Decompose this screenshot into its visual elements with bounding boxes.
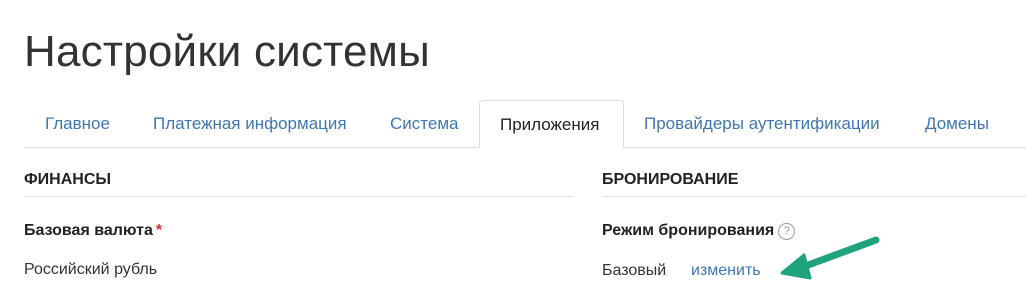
tab-main[interactable]: Главное: [45, 100, 110, 148]
finance-section-divider: [24, 196, 574, 197]
page-title: Настройки системы: [24, 27, 430, 76]
settings-tabs: Главное Платежная информация Система При…: [24, 100, 1026, 148]
tab-applications[interactable]: Приложения: [479, 100, 624, 148]
settings-page: Настройки системы Главное Платежная инфо…: [0, 0, 1026, 296]
arrow-pointer-icon: [780, 236, 880, 280]
base-currency-label-text: Базовая валюта: [24, 222, 153, 239]
tab-payment-info[interactable]: Платежная информация: [153, 100, 347, 148]
required-mark: *: [155, 222, 163, 239]
base-currency-label: Базовая валюта *: [24, 222, 162, 240]
tab-auth-providers[interactable]: Провайдеры аутентификации: [644, 100, 880, 148]
booking-mode-label-text: Режим бронирования: [602, 222, 775, 239]
base-currency-value: Российский рубль: [24, 261, 158, 278]
tab-system[interactable]: Система: [390, 100, 458, 148]
finance-section-header: ФИНАНСЫ: [24, 171, 112, 188]
tab-domains[interactable]: Домены: [925, 100, 989, 148]
booking-section-divider: [602, 196, 1026, 197]
booking-mode-label: Режим бронирования?: [602, 222, 796, 240]
booking-section-header: БРОНИРОВАНИЕ: [602, 171, 739, 188]
change-booking-mode-link[interactable]: изменить: [691, 262, 761, 280]
booking-mode-value: Базовый: [602, 262, 667, 279]
